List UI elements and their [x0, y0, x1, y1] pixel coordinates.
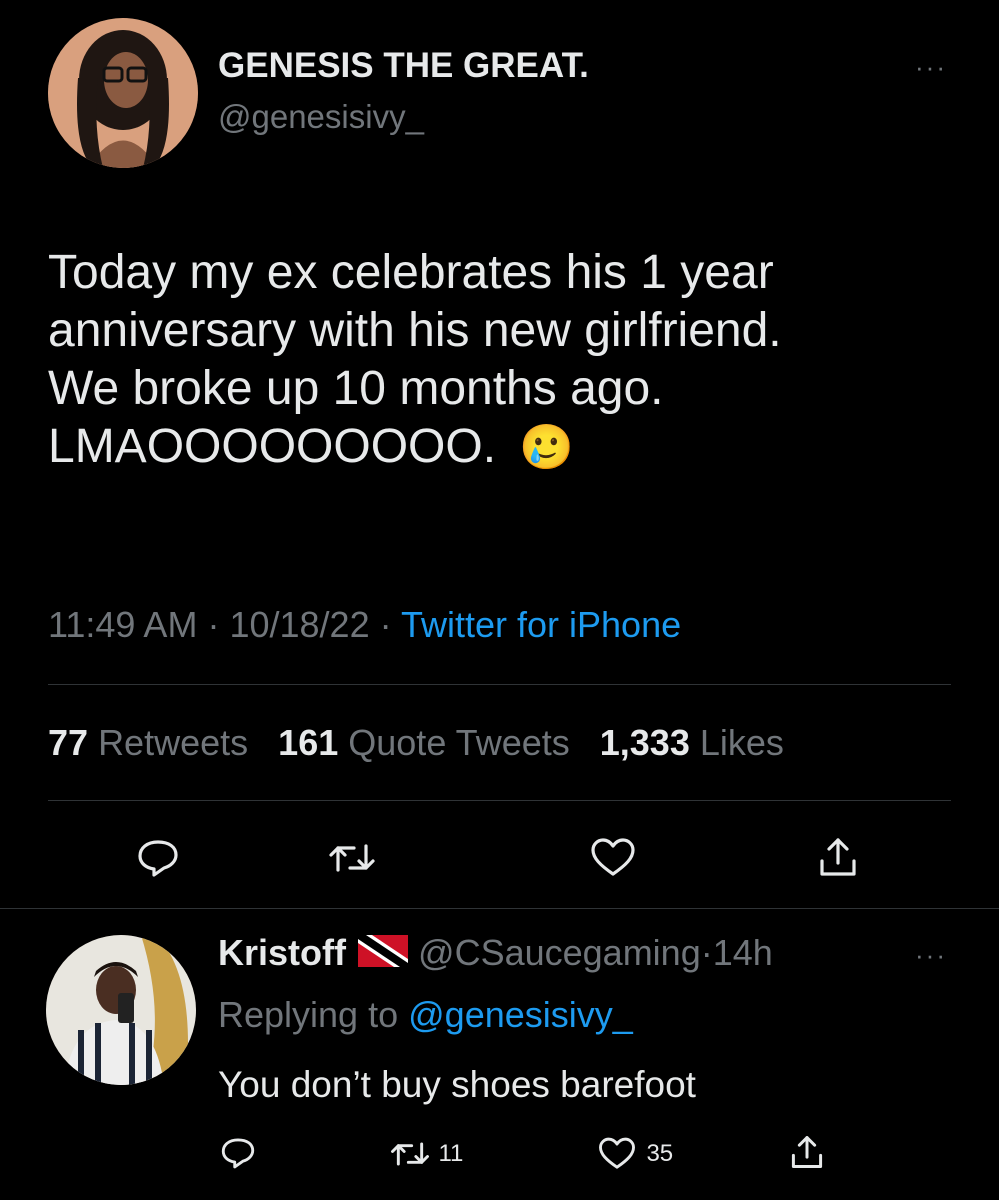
- reply-reply-icon[interactable]: [220, 1136, 256, 1170]
- quotes-stat[interactable]: 161 Quote Tweets: [278, 722, 580, 763]
- reply-handle[interactable]: @CSaucegaming: [418, 932, 701, 973]
- divider-top: [48, 684, 951, 685]
- avatar-genesis-image: [48, 18, 198, 168]
- reply-retweet-button[interactable]: 11: [390, 1137, 463, 1171]
- tweet-text: Today my ex celebrates his 1 year annive…: [48, 244, 782, 477]
- tweet-line-3: We broke up 10 months ago.: [48, 362, 664, 415]
- reply-retweet-icon: [390, 1137, 430, 1171]
- share-icon[interactable]: [818, 836, 858, 878]
- reply-text: You don’t buy shoes barefoot: [218, 1064, 696, 1105]
- retweets-count: 77: [48, 722, 89, 763]
- tweet-source[interactable]: Twitter for iPhone: [401, 604, 681, 645]
- meta-separator-2: ·: [379, 604, 392, 645]
- meta-separator-1: ·: [207, 604, 220, 645]
- reply-like-icon: [598, 1137, 636, 1171]
- avatar-genesis[interactable]: [48, 18, 198, 168]
- reply-like-button[interactable]: 35: [598, 1137, 673, 1171]
- tweet-date[interactable]: 10/18/22: [229, 604, 369, 645]
- replying-to: Replying to @genesisivy_: [218, 994, 633, 1036]
- like-icon[interactable]: [590, 838, 636, 878]
- reply-like-count: 35: [646, 1140, 674, 1167]
- divider-bottom: [48, 800, 951, 801]
- reply-time[interactable]: 14h: [713, 932, 773, 973]
- reply-share-icon[interactable]: [790, 1134, 824, 1170]
- reply-display-name[interactable]: Kristoff: [218, 932, 346, 973]
- smiling-face-with-tear-emoji: 🥲: [519, 423, 575, 472]
- retweet-icon[interactable]: [328, 838, 376, 878]
- retweets-stat[interactable]: 77 Retweets: [48, 722, 258, 763]
- quotes-count: 161: [278, 722, 339, 763]
- replying-prefix: Replying to: [218, 994, 399, 1035]
- reply-icon[interactable]: [136, 838, 180, 878]
- likes-stat[interactable]: 1,333 Likes: [600, 722, 784, 763]
- reply-retweet-count: 11: [438, 1140, 464, 1167]
- reply-header: Kristoff @CSaucegaming·14h: [218, 932, 773, 976]
- likes-count: 1,333: [599, 722, 690, 763]
- retweets-label: Retweets: [98, 722, 249, 763]
- tweet-metadata: 11:49 AM · 10/18/22 · Twitter for iPhone: [48, 604, 681, 646]
- tweet-time[interactable]: 11:49 AM: [48, 604, 197, 645]
- tweet-line-4-text: LMAOOOOOOOOO.: [48, 420, 497, 473]
- tweet-line-4: LMAOOOOOOOOO. 🥲: [48, 418, 782, 477]
- likes-label: Likes: [699, 722, 784, 763]
- main-display-name[interactable]: GENESIS THE GREAT.: [218, 46, 589, 86]
- main-handle[interactable]: @genesisivy_: [218, 98, 424, 136]
- tweet-line-2: anniversary with his new girlfriend.: [48, 304, 782, 357]
- reply-more-icon[interactable]: ···: [915, 940, 947, 971]
- reply-separator: ·: [700, 932, 713, 973]
- avatar-kristoff[interactable]: [46, 935, 196, 1085]
- divider-tweet-reply: [0, 908, 999, 909]
- main-more-icon[interactable]: ···: [915, 52, 947, 83]
- avatar-kristoff-image: [46, 935, 196, 1085]
- tweet-stats: 77 Retweets 161 Quote Tweets 1,333 Likes: [48, 722, 784, 764]
- replying-to-handle[interactable]: @genesisivy_: [408, 994, 633, 1035]
- trinidad-flag-icon: [358, 934, 409, 976]
- quotes-label: Quote Tweets: [348, 722, 570, 763]
- tweet-line-1: Today my ex celebrates his 1 year: [48, 246, 774, 299]
